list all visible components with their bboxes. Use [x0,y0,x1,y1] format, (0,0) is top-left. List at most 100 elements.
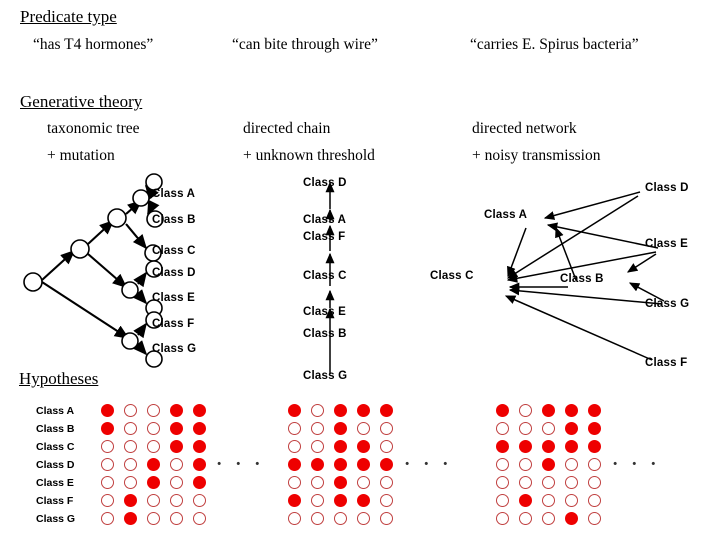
theory-col-0-line2: + mutation [47,147,115,164]
hypothesis-dot [124,458,137,471]
hypothesis-dot [357,404,370,417]
predicate-item-0: “has T4 hormones” [33,36,154,53]
tree-leaf-label-1: Class B [152,214,196,226]
hypothesis-dot [170,512,183,525]
hypothesis-dot [334,476,347,489]
chain-label-0: Class D [303,177,347,189]
hypothesis-dot [519,422,532,435]
tree-leaf-label-6: Class G [152,343,197,355]
hypothesis-dot [147,458,160,471]
tree-leaf-label-0: Class A [152,188,196,200]
hypothesis-dot [380,458,393,471]
hypothesis-dot [334,404,347,417]
hypothesis-dot [334,494,347,507]
hypothesis-dot [193,422,206,435]
hypothesis-dot [147,512,160,525]
hypothesis-dot [288,422,301,435]
hypothesis-dot [519,404,532,417]
hypothesis-dot [588,440,601,453]
hypothesis-dot [170,476,183,489]
hypothesis-dot [496,440,509,453]
network-label-class-f: Class F [645,357,688,369]
hypothesis-dot [124,512,137,525]
hypothesis-dot [311,440,324,453]
hypothesis-dot [147,404,160,417]
hypothesis-dot [588,422,601,435]
hypothesis-dot [542,422,555,435]
hypothesis-dot [101,404,114,417]
hypothesis-dot [380,512,393,525]
hypothesis-dot [288,512,301,525]
hypothesis-dot [101,440,114,453]
hypothesis-dot [311,494,324,507]
hypothesis-dot [588,512,601,525]
network-label-class-d: Class D [645,182,689,194]
hypothesis-dot [193,494,206,507]
hypothesis-dot [147,494,160,507]
hypothesis-dot [170,422,183,435]
hypothesis-dot [565,458,578,471]
hypothesis-dot [542,476,555,489]
directed-chain-graphic [325,181,335,374]
tree-leaf-label-4: Class E [152,292,195,304]
hypothesis-dot [357,476,370,489]
hypothesis-dot [288,404,301,417]
hypothesis-dot [357,512,370,525]
hypothesis-grid-1 [288,404,403,530]
hypothesis-dot [496,404,509,417]
hypothesis-dot [170,440,183,453]
network-label-class-a: Class A [484,209,528,221]
hypothesis-dot [380,440,393,453]
chain-label-5: Class B [303,328,347,340]
hypothesis-dot [542,458,555,471]
theory-col-2-line2: + noisy transmission [472,147,601,164]
chain-label-1: Class A [303,214,347,226]
chain-label-2: Class F [303,231,346,243]
hypothesis-dot [380,476,393,489]
chain-label-4: Class E [303,306,346,318]
hypothesis-dot [311,476,324,489]
tree-leaf-label-3: Class D [152,267,196,279]
hypotheses-row-label-0: Class A [36,405,75,417]
hypothesis-dot [565,422,578,435]
predicate-item-2: “carries E. Spirus bacteria” [470,36,639,53]
hypotheses-ellipsis-2: · · · [612,454,661,475]
hypothesis-dot [311,422,324,435]
hypothesis-dot [170,458,183,471]
network-label-class-e: Class E [645,238,688,250]
predicate-type-heading: Predicate type [20,7,117,26]
hypothesis-dot [124,404,137,417]
hypothesis-dot [334,512,347,525]
hypothesis-grid-2 [496,404,611,530]
hypothesis-dot [170,404,183,417]
hypothesis-dot [193,512,206,525]
hypothesis-dot [519,476,532,489]
theory-col-1-line2: + unknown threshold [243,147,375,164]
hypothesis-dot [588,476,601,489]
hypothesis-dot [147,476,160,489]
hypothesis-dot [311,512,324,525]
network-label-class-g: Class G [645,298,690,310]
hypotheses-heading: Hypotheses [19,369,99,388]
hypothesis-dot [124,422,137,435]
hypothesis-grid-0 [101,404,216,530]
hypothesis-dot [380,404,393,417]
hypothesis-dot [288,458,301,471]
hypothesis-dot [496,458,509,471]
hypothesis-dot [588,494,601,507]
hypotheses-ellipsis-0: · · · [216,454,265,475]
hypothesis-dot [311,404,324,417]
hypothesis-dot [101,512,114,525]
predicate-item-1: “can bite through wire” [232,36,378,53]
hypotheses-row-label-2: Class C [36,441,75,453]
hypothesis-dot [565,440,578,453]
network-label-class-b: Class B [560,273,604,285]
hypothesis-dot [496,494,509,507]
hypothesis-dot [588,458,601,471]
hypothesis-dot [288,494,301,507]
hypotheses-row-label-3: Class D [36,459,75,471]
chain-label-3: Class C [303,270,347,282]
chain-label-6: Class G [303,370,348,382]
hypothesis-dot [380,422,393,435]
hypothesis-dot [519,458,532,471]
